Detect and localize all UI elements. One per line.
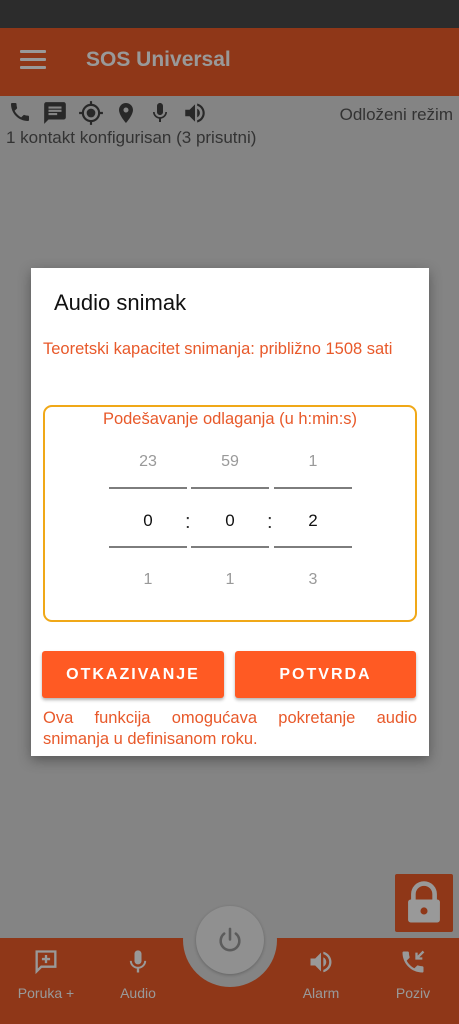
hours-next-value[interactable]: 1 [109, 571, 187, 589]
seconds-picker[interactable]: 1 2 3 [274, 447, 352, 607]
seconds-value[interactable]: 2 [274, 511, 352, 531]
hours-divider-bottom [109, 546, 187, 548]
hours-value[interactable]: 0 [109, 511, 187, 531]
dialog-title: Audio snimak [54, 290, 187, 315]
cancel-button[interactable]: OTKAZIVANJE [42, 651, 224, 698]
seconds-next-value[interactable]: 3 [274, 571, 352, 589]
time-separator: : [267, 511, 273, 533]
hours-previous-value[interactable]: 23 [109, 453, 187, 471]
minutes-value[interactable]: 0 [191, 511, 269, 531]
delay-picker: Podešavanje odlaganja (u h:min:s) 23 0 1… [43, 405, 417, 622]
hours-picker[interactable]: 23 0 1 [109, 447, 187, 607]
time-separator: : [185, 511, 191, 533]
minutes-previous-value[interactable]: 59 [191, 453, 269, 471]
seconds-divider-bottom [274, 546, 352, 548]
minutes-divider-top [191, 487, 269, 489]
delay-picker-label: Podešavanje odlaganja (u h:min:s) [102, 410, 358, 428]
minutes-picker[interactable]: 59 0 1 [191, 447, 269, 607]
minutes-next-value[interactable]: 1 [191, 571, 269, 589]
system-status-bar [0, 0, 459, 28]
seconds-previous-value[interactable]: 1 [274, 453, 352, 471]
seconds-divider-top [274, 487, 352, 489]
confirm-button[interactable]: POTVRDA [235, 651, 416, 698]
minutes-divider-bottom [191, 546, 269, 548]
feature-description-text: Ova funkcija omogućava pokretanje audio … [43, 709, 417, 748]
audio-recording-dialog: Audio snimak Teoretski kapacitet snimanj… [31, 268, 429, 756]
hours-divider-top [109, 487, 187, 489]
recording-capacity-text: Teoretski kapacitet snimanja: približno … [43, 340, 393, 358]
